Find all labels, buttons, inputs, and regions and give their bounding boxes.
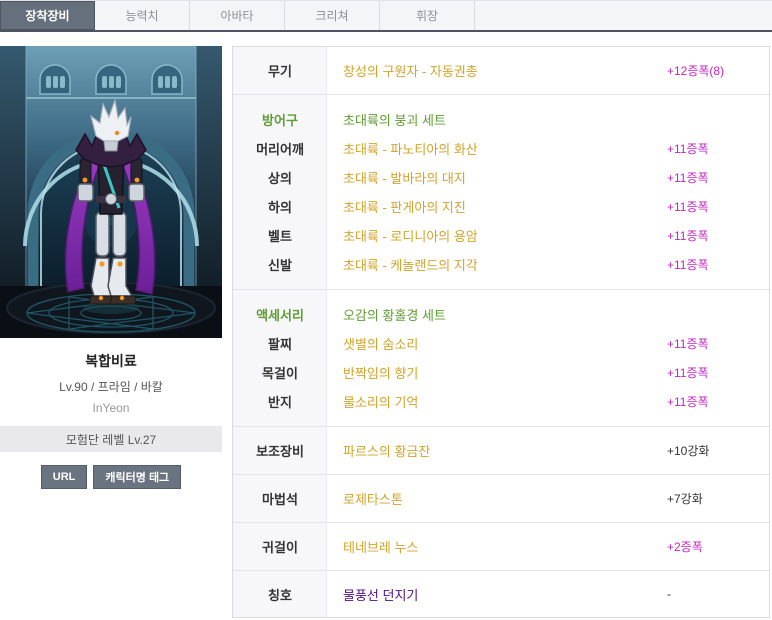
- equipment-row: 반지물소리의 기억+11증폭: [233, 387, 769, 416]
- item-name[interactable]: 초대륙 - 판게아의 지진: [327, 197, 667, 216]
- equipment-row: 머리어깨초대륙 - 파노티아의 화산+11증폭: [233, 134, 769, 163]
- slot-label: 신발: [233, 250, 327, 279]
- enhance-value: +7강화: [667, 490, 769, 507]
- enhance-value: +11증폭: [667, 393, 769, 410]
- equipment-row: 팔찌샛별의 숨소리+11증폭: [233, 329, 769, 358]
- adventure-level-bar: 모험단 레벨 Lv.27: [0, 426, 222, 452]
- slot-label: 액세서리: [233, 300, 327, 329]
- slot-label: 무기: [233, 47, 327, 94]
- equipment-row: 마법석로제타스톤+7강화: [233, 475, 769, 522]
- equipment-section: 칭호물풍선 던지기-: [233, 571, 769, 617]
- equipment-section: 귀걸이테네브레 누스+2증폭: [233, 523, 769, 571]
- enhance-value: +11증폭: [667, 335, 769, 352]
- enhance-value: +12증폭(8): [667, 62, 769, 79]
- tab-bar: 장착장비능력치아바타크리쳐휘장: [0, 0, 772, 32]
- equipment-row: 방어구초대륙의 붕괴 세트: [233, 105, 769, 134]
- equipment-row: 귀걸이테네브레 누스+2증폭: [233, 523, 769, 570]
- item-name[interactable]: 샛별의 숨소리: [327, 334, 667, 353]
- item-name[interactable]: 초대륙 - 로디니아의 용암: [327, 226, 667, 245]
- enhance-value: +11증폭: [667, 198, 769, 215]
- character-panel: 복합비료 Lv.90 / 프라임 / 바칼 InYeon 모험단 레벨 Lv.2…: [0, 46, 222, 489]
- item-name[interactable]: 반짝임의 향기: [327, 363, 667, 382]
- equipment-section: 보조장비파르스의 황금잔+10강화: [233, 427, 769, 475]
- equipment-row: 목걸이반짝임의 향기+11증폭: [233, 358, 769, 387]
- character-name: 복합비료: [0, 351, 222, 371]
- enhance-value: +2증폭: [667, 538, 769, 555]
- equipment-section: 마법석로제타스톤+7강화: [233, 475, 769, 523]
- slot-label: 마법석: [233, 475, 327, 522]
- slot-label: 상의: [233, 163, 327, 192]
- item-name[interactable]: 오감의 황홀경 세트: [327, 305, 667, 324]
- item-name[interactable]: 물소리의 기억: [327, 392, 667, 411]
- equipment-row: 벨트초대륙 - 로디니아의 용암+11증폭: [233, 221, 769, 250]
- slot-label: 칭호: [233, 571, 327, 617]
- equipment-section: 무기창성의 구원자 - 자동권총+12증폭(8): [233, 47, 769, 95]
- tab-emblem[interactable]: 휘장: [380, 1, 475, 30]
- slot-label: 팔찌: [233, 329, 327, 358]
- slot-label: 목걸이: [233, 358, 327, 387]
- enhance-value: +11증폭: [667, 256, 769, 273]
- enhance-value: -: [667, 587, 769, 601]
- enhance-value: +11증폭: [667, 140, 769, 157]
- url-button[interactable]: URL: [41, 465, 88, 489]
- enhance-value: +11증폭: [667, 364, 769, 381]
- equipment-section: 방어구초대륙의 붕괴 세트머리어깨초대륙 - 파노티아의 화산+11증폭상의초대…: [233, 95, 769, 290]
- account-name: InYeon: [0, 401, 222, 415]
- item-name[interactable]: 초대륙 - 케놀랜드의 지각: [327, 255, 667, 274]
- equipment-section: 액세서리오감의 황홀경 세트팔찌샛별의 숨소리+11증폭목걸이반짝임의 향기+1…: [233, 290, 769, 427]
- equipment-row: 보조장비파르스의 황금잔+10강화: [233, 427, 769, 474]
- equipment-row: 하의초대륙 - 판게아의 지진+11증폭: [233, 192, 769, 221]
- tab-equipment[interactable]: 장착장비: [0, 1, 95, 30]
- item-name[interactable]: 파르스의 황금잔: [327, 441, 667, 460]
- item-name[interactable]: 창성의 구원자 - 자동권총: [327, 61, 667, 80]
- equipment-row: 액세서리오감의 황홀경 세트: [233, 300, 769, 329]
- equipment-row: 신발초대륙 - 케놀랜드의 지각+11증폭: [233, 250, 769, 279]
- character-tag-button[interactable]: 캐릭터명 태그: [93, 465, 181, 489]
- tab-stats[interactable]: 능력치: [95, 1, 190, 30]
- character-level-server: Lv.90 / 프라임 / 바칼: [0, 378, 222, 395]
- equipment-row: 칭호물풍선 던지기-: [233, 571, 769, 617]
- slot-label: 반지: [233, 387, 327, 416]
- slot-label: 하의: [233, 192, 327, 221]
- item-name[interactable]: 로제타스톤: [327, 489, 667, 508]
- slot-label: 머리어깨: [233, 134, 327, 163]
- character-equipment-page: 장착장비능력치아바타크리쳐휘장: [0, 0, 772, 620]
- equipment-row: 상의초대륙 - 발바라의 대지+11증폭: [233, 163, 769, 192]
- tab-creature[interactable]: 크리쳐: [285, 1, 380, 30]
- slot-label: 보조장비: [233, 427, 327, 474]
- slot-label: 귀걸이: [233, 523, 327, 570]
- enhance-value: +11증폭: [667, 227, 769, 244]
- equipment-row: 무기창성의 구원자 - 자동권총+12증폭(8): [233, 47, 769, 94]
- equipment-table: 무기창성의 구원자 - 자동권총+12증폭(8)방어구초대륙의 붕괴 세트머리어…: [232, 46, 770, 618]
- slot-label: 방어구: [233, 105, 327, 134]
- adventure-level-label: 모험단 레벨 Lv.27: [66, 431, 156, 448]
- enhance-value: +10강화: [667, 442, 769, 459]
- item-name[interactable]: 테네브레 누스: [327, 537, 667, 556]
- button-row: URL 캐릭터명 태그: [0, 465, 222, 489]
- item-name[interactable]: 초대륙의 붕괴 세트: [327, 110, 667, 129]
- item-name[interactable]: 초대륙 - 발바라의 대지: [327, 168, 667, 187]
- enhance-value: +11증폭: [667, 169, 769, 186]
- tab-avatar[interactable]: 아바타: [190, 1, 285, 30]
- item-name[interactable]: 초대륙 - 파노티아의 화산: [327, 139, 667, 158]
- item-name[interactable]: 물풍선 던지기: [327, 585, 667, 604]
- character-portrait: [0, 46, 222, 338]
- slot-label: 벨트: [233, 221, 327, 250]
